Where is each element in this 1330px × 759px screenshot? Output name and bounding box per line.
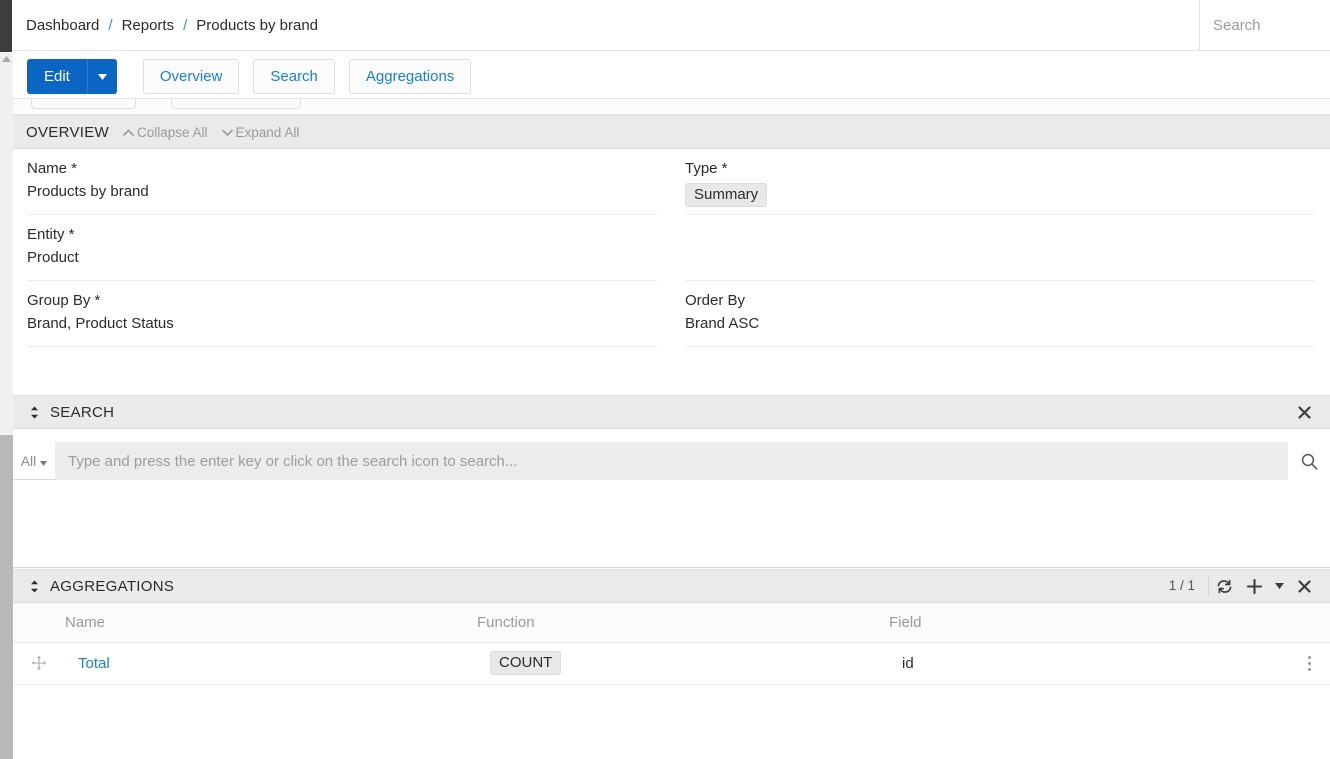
field-entity-value: Product: [27, 249, 657, 266]
scrollbar-thumb[interactable]: [0, 435, 13, 759]
field-entity-label: Entity *: [27, 226, 657, 243]
aggregations-section-title: AGGREGATIONS: [50, 578, 174, 595]
row-field-cell: id: [889, 642, 1289, 684]
edit-dropdown-toggle[interactable]: [87, 59, 117, 94]
aggregations-sort-toggle-icon[interactable]: [26, 580, 42, 593]
chevron-up-icon: [123, 129, 134, 136]
field-group-by: Group By * Brand, Product Status: [27, 281, 657, 347]
left-nav-rail: [0, 0, 12, 52]
aggregations-add-dropdown-toggle[interactable]: [1269, 583, 1289, 589]
aggregations-section-close-button[interactable]: [1289, 580, 1319, 593]
aggregation-name-link[interactable]: Total: [78, 655, 110, 672]
overview-column-left: Name * Products by brand Entity * Produc…: [13, 149, 671, 385]
field-order-by: Order By Brand ASC: [685, 281, 1315, 347]
app-root: Dashboard / Reports / Products by brand …: [0, 0, 1330, 759]
tab-search[interactable]: Search: [253, 59, 335, 94]
overview-section-header: OVERVIEW Collapse All Expand All: [13, 115, 1330, 149]
plus-icon: [1247, 579, 1262, 594]
field-type-value-badge: Summary: [685, 183, 767, 207]
close-icon: [1298, 580, 1311, 593]
breadcrumb-separator: /: [183, 17, 187, 34]
edit-split-button[interactable]: Edit: [27, 59, 117, 94]
page-scrollbar[interactable]: [0, 52, 13, 759]
breadcrumb-separator: /: [108, 17, 112, 34]
tab-aggregations[interactable]: Aggregations: [349, 59, 471, 94]
aggregations-section-header: AGGREGATIONS 1 / 1: [13, 569, 1330, 603]
search-sort-toggle-icon[interactable]: [26, 406, 42, 419]
column-header-function[interactable]: Function: [477, 603, 889, 642]
aggregation-function-badge: COUNT: [490, 651, 561, 675]
breadcrumb-item-dashboard[interactable]: Dashboard: [26, 17, 99, 34]
column-header-handle: [13, 603, 65, 642]
tab-overview[interactable]: Overview: [143, 59, 240, 94]
search-icon: [1301, 453, 1318, 470]
field-type-label: Type *: [685, 160, 1315, 177]
aggregations-table-head: Name Function Field: [13, 603, 1330, 642]
drag-handle-icon[interactable]: [14, 655, 64, 671]
expand-all-label: Expand All: [236, 125, 300, 140]
edit-button[interactable]: Edit: [27, 59, 87, 94]
chevron-down-icon: [98, 74, 107, 80]
search-section-body: All: [13, 429, 1330, 568]
search-section-header: SEARCH: [13, 395, 1330, 429]
search-section-title: SEARCH: [50, 404, 114, 421]
secondary-toolbar-overflow: [13, 99, 1330, 115]
search-input-wrapper[interactable]: [55, 442, 1288, 480]
field-type: Type * Summary: [685, 149, 1315, 215]
field-name: Name * Products by brand: [27, 149, 657, 215]
action-toolbar: Edit Overview Search Aggregations: [13, 51, 1330, 99]
aggregations-table: Name Function Field: [13, 603, 1330, 685]
aggregations-page-counter: 1 / 1: [1159, 576, 1209, 596]
expand-all-button[interactable]: Expand All: [222, 125, 300, 140]
overflow-pill: [31, 99, 136, 109]
field-group-by-value: Brand, Product Status: [27, 315, 657, 332]
breadcrumb-item-current: Products by brand: [196, 17, 318, 34]
field-order-by-value: Brand ASC: [685, 315, 1315, 332]
field-name-value: Products by brand: [27, 183, 657, 200]
aggregations-section-body: Name Function Field: [13, 603, 1330, 759]
search-input[interactable]: [66, 452, 1288, 471]
table-row[interactable]: Total COUNT id: [13, 642, 1330, 684]
aggregations-table-body: Total COUNT id: [13, 642, 1330, 684]
collapse-all-label: Collapse All: [137, 125, 208, 140]
overview-section-title: OVERVIEW: [26, 124, 109, 141]
field-group-by-label: Group By *: [27, 292, 657, 309]
row-name-cell: Total: [65, 642, 477, 684]
caret-down-icon: [1275, 583, 1284, 589]
caret-down-icon: [40, 453, 47, 469]
chevron-down-icon: [222, 129, 233, 136]
overview-section-body: Name * Products by brand Entity * Produc…: [13, 149, 1330, 385]
search-bar: All: [13, 442, 1330, 480]
table-header-row: Name Function Field: [13, 603, 1330, 642]
global-search[interactable]: [1199, 0, 1330, 50]
overview-column-right: Type * Summary Order By Brand ASC: [671, 149, 1329, 385]
column-header-name[interactable]: Name: [65, 603, 477, 642]
breadcrumb-item-reports[interactable]: Reports: [122, 17, 175, 34]
column-header-menu: [1289, 603, 1330, 642]
breadcrumb: Dashboard / Reports / Products by brand: [12, 17, 318, 34]
top-bar: Dashboard / Reports / Products by brand: [12, 0, 1330, 51]
row-function-cell: COUNT: [477, 642, 889, 684]
search-scope-selector[interactable]: All: [13, 442, 55, 480]
search-scope-label: All: [21, 453, 37, 469]
close-icon: [1298, 406, 1311, 419]
collapse-all-button[interactable]: Collapse All: [123, 125, 208, 140]
scroll-up-arrow-icon[interactable]: [0, 52, 13, 65]
refresh-icon: [1216, 579, 1233, 594]
field-spacer: [685, 215, 1315, 281]
overflow-pill: [171, 99, 301, 109]
field-name-label: Name *: [27, 160, 657, 177]
global-search-input[interactable]: [1213, 17, 1323, 34]
search-section-close-button[interactable]: [1289, 406, 1319, 419]
search-submit-button[interactable]: [1288, 442, 1330, 480]
field-order-by-label: Order By: [685, 292, 1315, 309]
row-drag-handle-cell[interactable]: [13, 642, 65, 684]
row-menu-cell[interactable]: [1289, 642, 1330, 684]
aggregations-refresh-button[interactable]: [1209, 579, 1239, 594]
field-entity: Entity * Product: [27, 215, 657, 281]
kebab-menu-icon[interactable]: [1290, 654, 1329, 672]
column-header-field[interactable]: Field: [889, 603, 1289, 642]
aggregations-add-button[interactable]: [1239, 579, 1269, 594]
